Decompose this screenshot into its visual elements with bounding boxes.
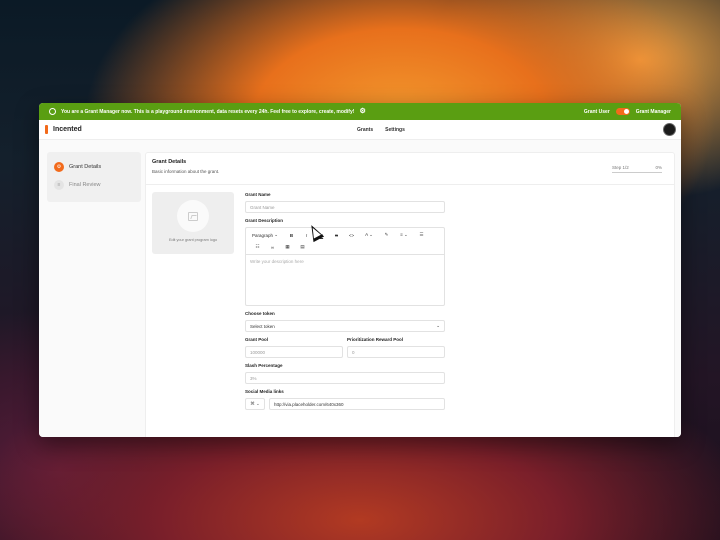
reward-pool-input[interactable]: 0 <box>347 346 445 358</box>
grant-name-input[interactable]: Grant Name <box>245 201 445 213</box>
chevron-down-icon: ⌄ <box>436 323 440 328</box>
brand-logo[interactable]: Incented <box>45 125 82 134</box>
grant-name-label: Grant Name <box>245 192 271 197</box>
nav-link-settings[interactable]: Settings <box>385 127 405 133</box>
banner-text: You are a Grant Manager now. This is a p… <box>61 108 355 115</box>
grant-manager-label: Grant Manager <box>635 108 671 115</box>
steps-sidebar: ⚙ Grant Details ≡ Final Review <box>47 152 141 202</box>
text-color-icon[interactable]: A ⌄ <box>359 231 379 239</box>
role-toggle[interactable] <box>615 108 630 115</box>
description-editor: Paragraph ⌄ B I U S <> A ⌄ ✎ ≡ ⌄ ☰ ☷ ∞ ▦… <box>245 227 445 306</box>
gear-icon[interactable]: ⚙ <box>359 108 365 115</box>
reward-pool-label: Prioritization Reward Pool <box>347 337 404 342</box>
bold-icon[interactable]: B <box>284 231 299 239</box>
grant-pool-label: Grant Pool <box>245 337 269 342</box>
token-select-value: Select token <box>250 323 275 329</box>
token-label: Choose token <box>245 311 275 316</box>
style-select-label: Paragraph <box>252 232 274 238</box>
card-title: Grant Details <box>152 159 187 165</box>
playground-banner: You are a Grant Manager now. This is a p… <box>39 103 681 120</box>
grant-form: Grant Name Grant Name Grant Description … <box>245 192 445 410</box>
settings-icon: ⚙ <box>54 162 64 172</box>
step-label: Grant Details <box>69 164 102 170</box>
list-icon: ≡ <box>54 180 64 190</box>
brand-name: Incented <box>53 126 82 133</box>
slash-input[interactable]: 3% <box>245 372 445 384</box>
top-nav: Incented Grants Settings <box>39 120 681 140</box>
token-select[interactable]: Select token ⌄ <box>245 320 445 332</box>
code-icon[interactable]: <> <box>344 231 359 239</box>
description-input[interactable]: Write your description here <box>246 255 444 305</box>
app-window: You are a Grant Manager now. This is a p… <box>39 103 681 437</box>
editor-toolbar: Paragraph ⌄ B I U S <> A ⌄ ✎ ≡ ⌄ ☰ ☷ ∞ ▦… <box>246 228 444 255</box>
step-progress: Step 1/2 0% <box>612 165 662 173</box>
page-content: ⚙ Grant Details ≡ Final Review Grant Det… <box>39 140 681 437</box>
bullet-list-icon[interactable]: ☰ <box>414 231 429 239</box>
social-link-input[interactable]: http://via.placeholder.com/640x360 <box>269 398 445 410</box>
avatar[interactable] <box>663 123 676 136</box>
slash-label: Slash Percentage <box>245 363 283 368</box>
paragraph-style-select[interactable]: Paragraph ⌄ <box>250 231 284 239</box>
step-grant-details[interactable]: ⚙ Grant Details <box>54 158 134 176</box>
grant-details-card: Grant Details Basic information about th… <box>145 152 675 437</box>
image-insert-icon[interactable]: ▦ <box>280 243 295 251</box>
highlight-icon[interactable]: ✎ <box>379 231 394 239</box>
social-platform-select[interactable]: ⌘ ⌄ <box>245 398 265 410</box>
nav-link-grants[interactable]: Grants <box>357 127 373 133</box>
social-label: Social Media links <box>245 389 284 394</box>
image-icon <box>188 211 198 221</box>
info-icon <box>49 108 56 115</box>
table-icon[interactable]: ▤ <box>295 243 310 251</box>
link-icon[interactable]: ∞ <box>265 243 280 251</box>
card-subtitle: Basic information about the grant. <box>152 169 220 174</box>
brand-mark-icon <box>45 125 48 134</box>
logo-upload[interactable]: Edit your grant program logo <box>152 192 234 254</box>
logo-upload-text: Edit your grant program logo <box>168 238 218 242</box>
step-label: Final Review <box>69 182 101 188</box>
grant-pool-input[interactable]: 100000 <box>245 346 343 358</box>
grant-user-label: Grant User <box>583 108 610 115</box>
step-final-review[interactable]: ≡ Final Review <box>54 176 134 194</box>
align-icon[interactable]: ≡ ⌄ <box>394 231 414 239</box>
strikethrough-icon[interactable]: S <box>329 231 344 239</box>
numbered-list-icon[interactable]: ☷ <box>250 243 265 251</box>
step-counter: Step 1/2 <box>612 165 629 170</box>
progress-percent: 0% <box>655 165 662 170</box>
description-label: Grant Description <box>245 218 284 223</box>
